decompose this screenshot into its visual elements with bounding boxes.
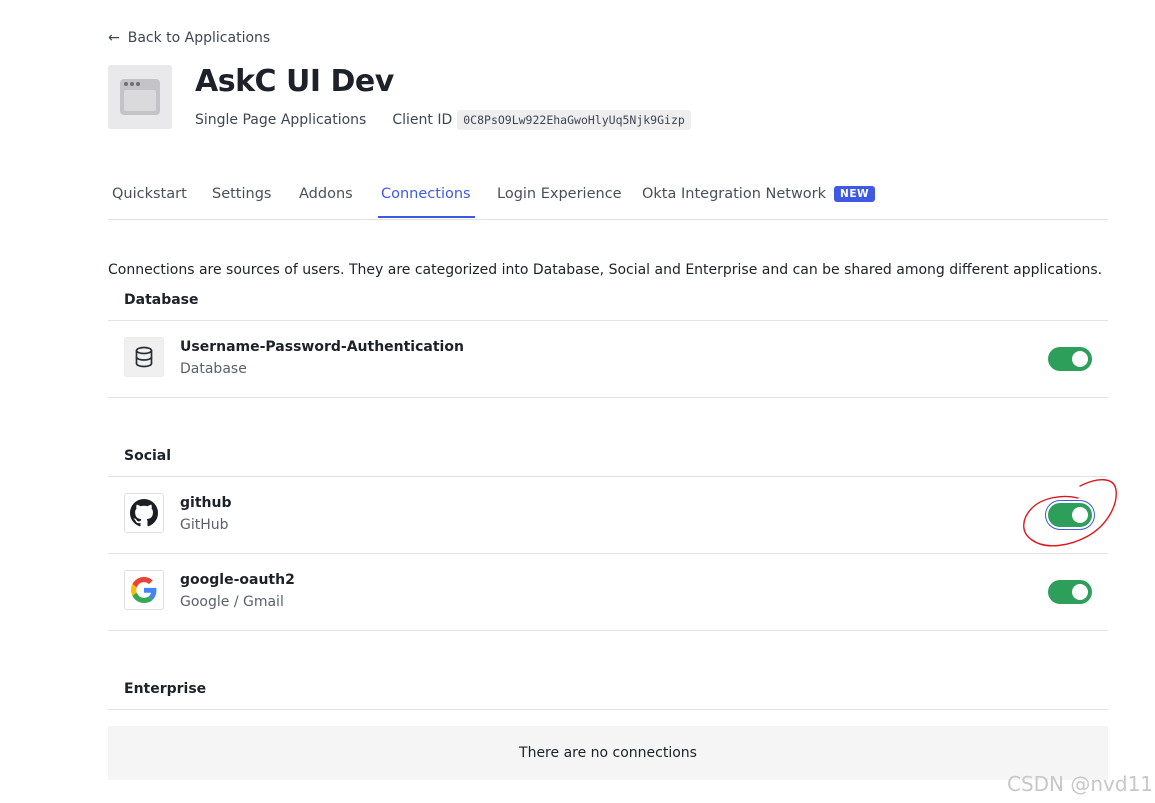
connection-row: Username-Password-Authentication Databas… xyxy=(108,321,1108,397)
tab-connections[interactable]: Connections xyxy=(378,176,475,218)
tab-login-experience[interactable]: Login Experience xyxy=(497,176,622,218)
connection-type: Google / Gmail xyxy=(180,594,284,610)
database-icon xyxy=(124,337,164,377)
client-id-value[interactable]: 0C8PsO9Lw922EhaGwoHlyUq5Njk9Gizp xyxy=(457,110,691,130)
connection-row: google-oauth2 Google / Gmail xyxy=(108,554,1108,630)
tab-bar: Quickstart Settings Addons Connections L… xyxy=(108,176,1108,220)
application-icon xyxy=(108,65,172,129)
connection-type: GitHub xyxy=(180,517,229,533)
google-icon xyxy=(124,570,164,610)
toggle-username-password-authentication[interactable] xyxy=(1048,347,1092,371)
client-id-label: Client ID xyxy=(392,112,453,128)
divider xyxy=(108,709,1108,710)
tab-label: Settings xyxy=(212,186,272,202)
connection-name: google-oauth2 xyxy=(180,572,295,588)
arrow-left-icon: ← xyxy=(108,30,120,46)
back-to-applications-link[interactable]: ← Back to Applications xyxy=(108,28,270,48)
section-title-social: Social xyxy=(124,448,172,464)
empty-state-text: There are no connections xyxy=(519,745,697,761)
connection-name: Username-Password-Authentication xyxy=(180,339,464,355)
tab-label: Quickstart xyxy=(112,186,187,202)
tab-quickstart[interactable]: Quickstart xyxy=(112,176,187,218)
toggle-github[interactable] xyxy=(1048,503,1092,527)
empty-state: There are no connections xyxy=(108,726,1108,780)
github-icon xyxy=(124,493,164,533)
section-title-database: Database xyxy=(124,292,199,308)
tab-label: Login Experience xyxy=(497,186,622,202)
watermark: CSDN @nvd11 xyxy=(1007,772,1154,796)
divider xyxy=(108,397,1108,398)
toggle-google-oauth2[interactable] xyxy=(1048,580,1092,604)
connections-description: Connections are sources of users. They a… xyxy=(108,262,1103,278)
connection-row: github GitHub xyxy=(108,477,1108,553)
tab-addons[interactable]: Addons xyxy=(299,176,353,218)
tab-label: Addons xyxy=(299,186,353,202)
tab-settings[interactable]: Settings xyxy=(212,176,271,218)
tab-label: Connections xyxy=(381,186,471,202)
divider xyxy=(108,630,1108,631)
page-title: AskC UI Dev xyxy=(195,64,394,99)
connection-type: Database xyxy=(180,361,247,377)
new-badge: NEW xyxy=(834,186,876,202)
tab-label: Okta Integration Network xyxy=(642,186,827,202)
app-type: Single Page Applications xyxy=(195,112,367,128)
app-meta: Single Page Applications Client ID 0C8Ps… xyxy=(195,110,691,130)
back-link-label: Back to Applications xyxy=(127,30,271,46)
section-title-enterprise: Enterprise xyxy=(124,681,207,697)
tab-okta-integration-network[interactable]: Okta Integration Network NEW xyxy=(642,176,876,218)
connection-name: github xyxy=(180,495,232,511)
